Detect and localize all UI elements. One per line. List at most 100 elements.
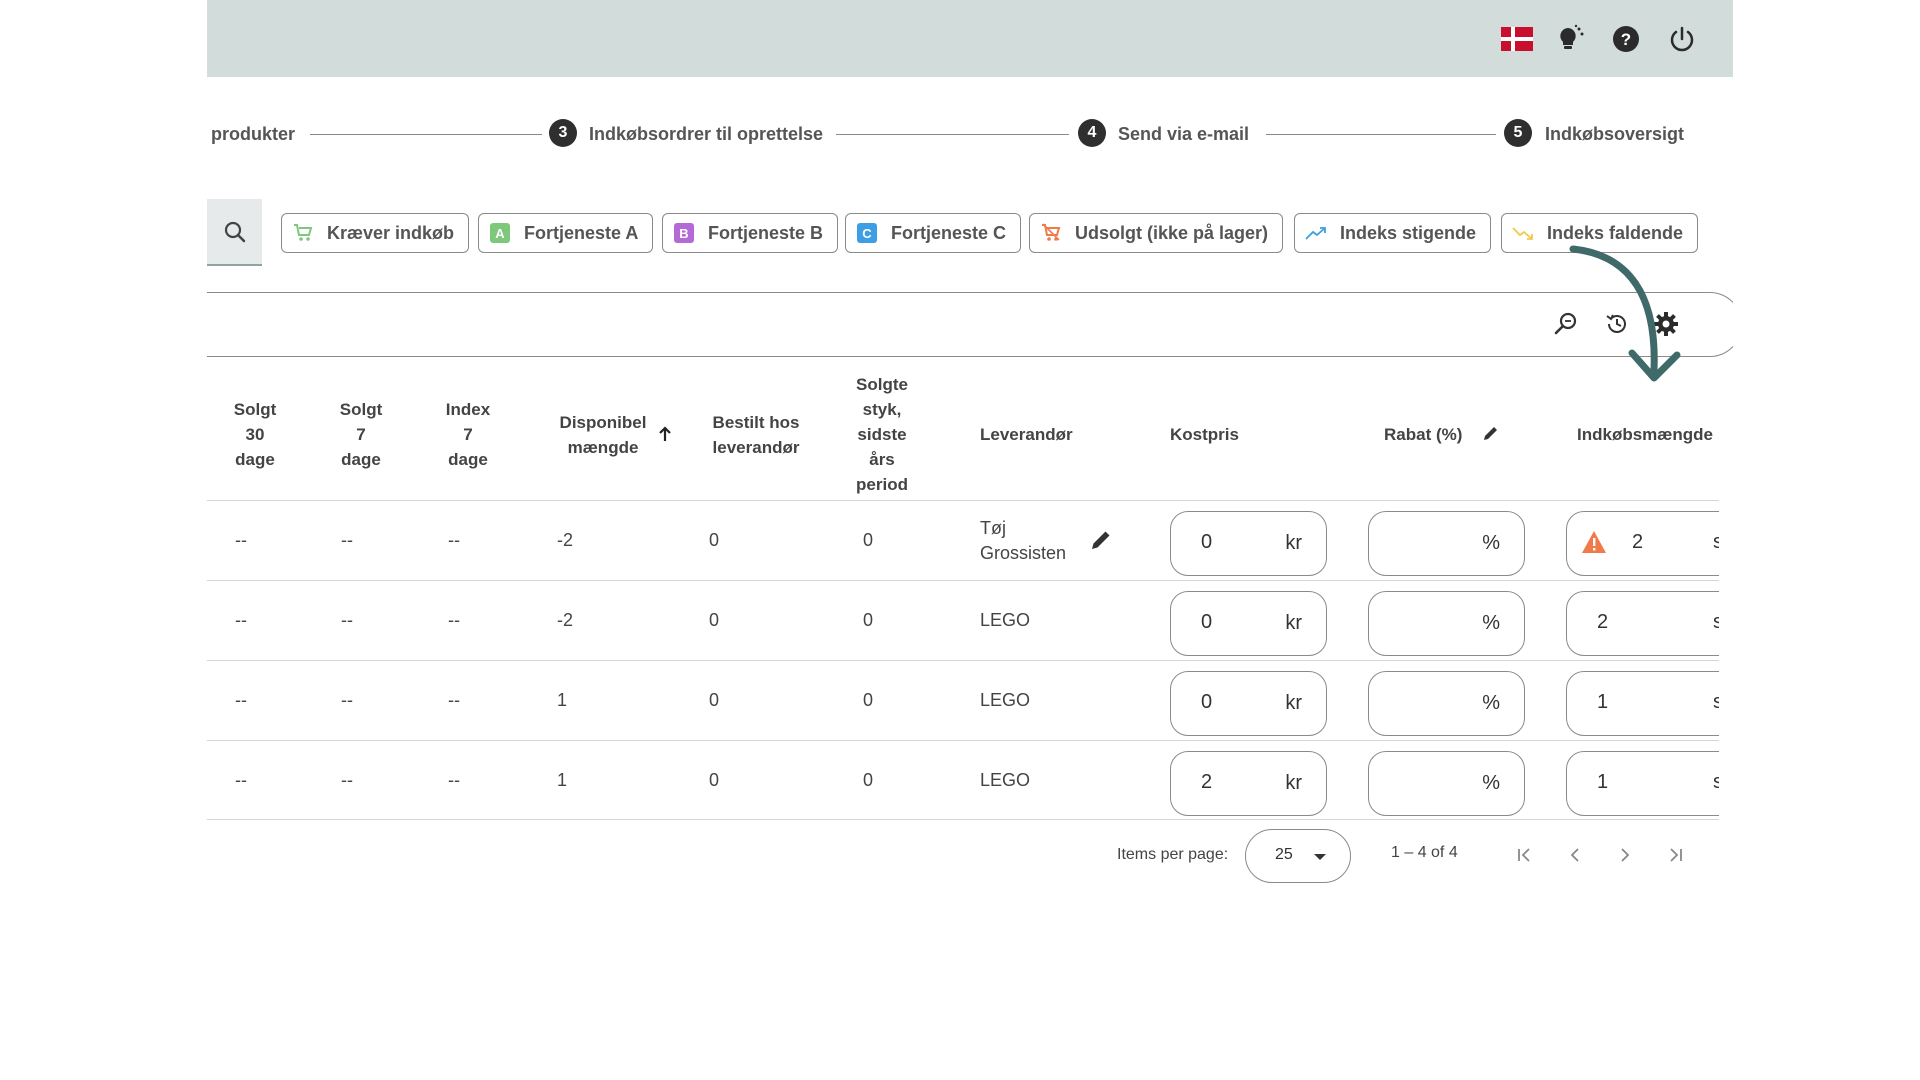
cost-input[interactable]: 0 kr (1170, 671, 1327, 736)
cell-sold-last-year: 0 (863, 770, 874, 790)
purchase-qty-input[interactable]: 2 s (1566, 511, 1719, 576)
edit-pencil-icon[interactable] (1482, 424, 1500, 447)
cell-available: 1 (557, 690, 568, 710)
purchase-qty-input[interactable]: 2 s (1566, 591, 1719, 656)
cell-sold-7: -- (341, 610, 353, 630)
cell-index-7: -- (448, 610, 460, 630)
cell-available: -2 (557, 610, 574, 630)
cell-ordered: 0 (709, 770, 720, 790)
column-header-index-7[interactable]: Index 7 dage (438, 397, 498, 472)
filter-chip-profit-a[interactable]: A Fortjeneste A (478, 213, 654, 253)
discount-input[interactable]: % (1368, 591, 1525, 656)
search-input[interactable] (207, 292, 1733, 357)
column-header-supplier[interactable]: Leverandør (980, 422, 1073, 447)
search-icon (224, 221, 245, 242)
cell-index-7: -- (448, 530, 460, 550)
cost-input[interactable]: 0 kr (1170, 511, 1327, 576)
discount-input[interactable]: % (1368, 671, 1525, 736)
step-label-products[interactable]: produkter (211, 124, 295, 145)
cell-sold-last-year: 0 (863, 690, 874, 710)
cell-ordered: 0 (709, 690, 720, 710)
cell-ordered: 0 (709, 530, 720, 550)
discount-input[interactable]: % (1368, 511, 1525, 576)
column-header-purchase-qty[interactable]: Indkøbsmængde (1577, 422, 1713, 447)
cart-icon (292, 222, 314, 244)
column-header-sold-last-year[interactable]: Solgte styk, sidste års period (847, 372, 917, 497)
column-header-cost[interactable]: Kostpris (1170, 422, 1239, 447)
page-range-label: 1 – 4 of 4 (1391, 844, 1458, 861)
column-header-sold-30[interactable]: Solgt 30 dage (225, 397, 285, 472)
step-label-purchase-overview[interactable]: Indkøbsoversigt (1545, 124, 1684, 145)
power-icon[interactable] (1665, 22, 1699, 56)
filter-chip-sold-out[interactable]: Udsolgt (ikke på lager) (1029, 213, 1284, 253)
lightbulb-icon[interactable] (1553, 22, 1587, 56)
badge-a-icon: A (490, 223, 510, 243)
page-size-select[interactable]: 25 (1245, 829, 1351, 883)
top-bar: ? (207, 0, 1733, 77)
step-connector (836, 134, 1069, 135)
caret-down-icon (1314, 854, 1326, 860)
cell-sold-30: -- (235, 770, 247, 790)
chip-label: Indeks faldende (1547, 222, 1684, 243)
qty-unit-fragment: s (1713, 611, 1719, 633)
qty-unit-fragment: s (1713, 691, 1719, 713)
step-label-purchase-orders[interactable]: Indkøbsordrer til oprettelse (589, 124, 823, 145)
step-number-4[interactable]: 4 (1078, 119, 1106, 147)
badge-c-icon: C (857, 223, 877, 243)
cell-sold-30: -- (235, 530, 247, 550)
cell-supplier: LEGO (980, 690, 1031, 710)
chip-label: Fortjeneste B (708, 222, 824, 243)
warning-icon (1581, 530, 1607, 559)
first-page-icon (1518, 848, 1530, 862)
filter-chip-requires-purchase[interactable]: Kræver indkøb (281, 213, 470, 253)
cost-input[interactable]: 0 kr (1170, 591, 1327, 656)
cell-sold-last-year: 0 (863, 610, 874, 630)
cell-sold-30: -- (235, 690, 247, 710)
chip-label: Kræver indkøb (327, 222, 455, 243)
qty-unit-fragment: s (1713, 771, 1719, 793)
step-label-send-email[interactable]: Send via e-mail (1118, 124, 1249, 145)
column-header-sold-7[interactable]: Solgt 7 dage (331, 397, 391, 472)
cell-available: -2 (557, 530, 574, 550)
cell-sold-7: -- (341, 690, 353, 710)
previous-page-button[interactable] (1560, 840, 1590, 870)
search-tab[interactable] (207, 199, 262, 266)
stepper: produkter 3 Indkøbsordrer til oprettelse… (207, 115, 1733, 155)
chevron-right-icon (1621, 848, 1630, 862)
step-connector (310, 134, 542, 135)
items-per-page-label: Items per page: (1117, 846, 1229, 863)
cell-ordered: 0 (709, 610, 720, 630)
cell-sold-last-year: 0 (863, 530, 874, 550)
discount-input[interactable]: % (1368, 751, 1525, 816)
last-page-icon (1670, 848, 1682, 862)
filter-chip-profit-b[interactable]: B Fortjeneste B (662, 213, 839, 253)
svg-text:?: ? (1621, 30, 1631, 49)
step-number-3[interactable]: 3 (549, 119, 577, 147)
filter-chip-profit-c[interactable]: C Fortjeneste C (845, 213, 1022, 253)
help-icon[interactable]: ? (1609, 22, 1643, 56)
purchase-qty-input[interactable]: 1 s (1566, 751, 1719, 816)
step-number-5[interactable]: 5 (1504, 119, 1532, 147)
table-body: -- -- -- -2 0 0 Tøj Grossisten 0 kr % 2 … (207, 500, 1719, 830)
cell-sold-7: -- (341, 530, 353, 550)
cell-supplier: LEGO (980, 610, 1031, 630)
next-page-button[interactable] (1610, 840, 1640, 870)
filter-chip-index-rising[interactable]: Indeks stigende (1294, 213, 1492, 253)
trending-up-icon (1305, 222, 1327, 244)
column-header-available[interactable]: Disponibel mængde (553, 410, 653, 460)
step-connector (1266, 134, 1496, 135)
callout-arrow-icon (1569, 245, 1681, 382)
chip-label: Fortjeneste C (891, 222, 1007, 243)
edit-pencil-icon[interactable] (1089, 528, 1113, 557)
last-page-button[interactable] (1660, 840, 1690, 870)
danish-flag-icon[interactable] (1500, 22, 1534, 56)
column-header-discount[interactable]: Rabat (%) (1384, 422, 1462, 447)
sort-arrow-up-icon[interactable] (658, 426, 672, 447)
cost-input[interactable]: 2 kr (1170, 751, 1327, 816)
cell-index-7: -- (448, 690, 460, 710)
purchase-qty-input[interactable]: 1 s (1566, 671, 1719, 736)
cell-sold-7: -- (341, 770, 353, 790)
column-header-ordered[interactable]: Bestilt hos leverandør (701, 410, 811, 460)
trending-down-icon (1512, 222, 1534, 244)
first-page-button[interactable] (1510, 840, 1540, 870)
